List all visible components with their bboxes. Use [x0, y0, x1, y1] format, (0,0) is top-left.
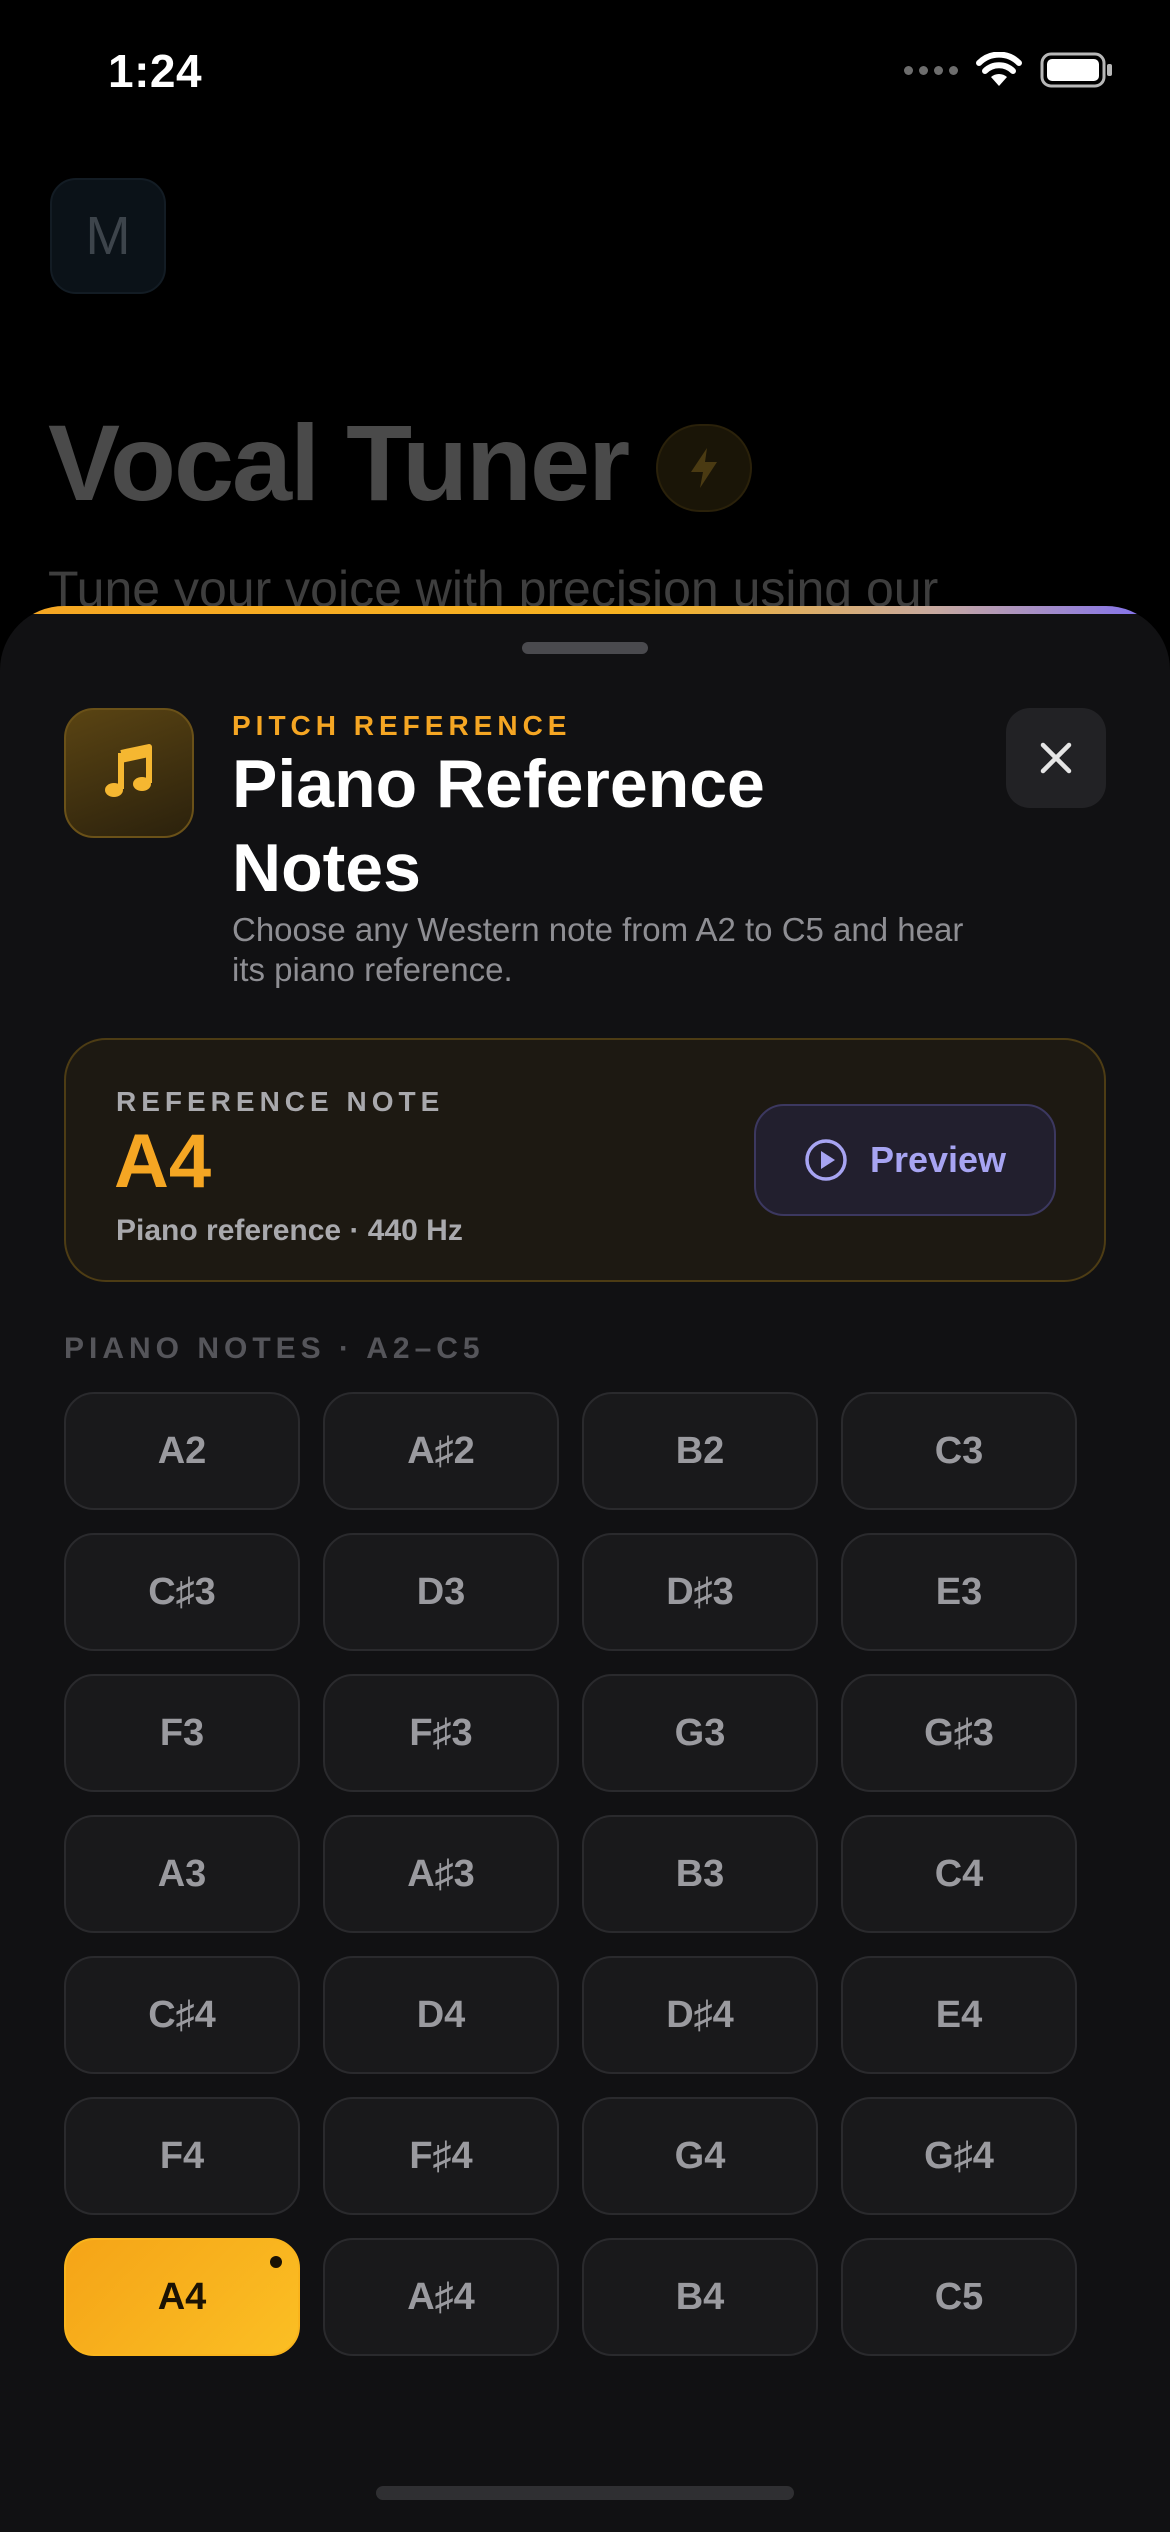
- note-label: B2: [675, 1429, 725, 1472]
- note-button[interactable]: G3: [582, 1674, 818, 1792]
- note-label: A♯2: [407, 1429, 475, 1472]
- note-label: C♯4: [148, 1993, 216, 2036]
- note-button[interactable]: A3: [64, 1815, 300, 1933]
- note-label: G3: [674, 1711, 726, 1754]
- note-label: C5: [934, 2275, 984, 2318]
- bolt-badge: [656, 424, 752, 512]
- note-button[interactable]: A♯2: [323, 1392, 559, 1510]
- battery-icon: [1040, 52, 1112, 88]
- note-button[interactable]: D♯4: [582, 1956, 818, 2074]
- note-label: C4: [934, 1852, 984, 1895]
- note-label: D♯4: [666, 1993, 734, 2036]
- bolt-icon: [691, 448, 717, 488]
- note-label: G4: [674, 2134, 726, 2177]
- note-button[interactable]: G♯3: [841, 1674, 1077, 1792]
- notes-section-label: PIANO NOTES · A2–C5: [64, 1332, 485, 1365]
- note-button[interactable]: E4: [841, 1956, 1077, 2074]
- notes-grid: A2 A♯2 B2 C3 C♯3 D3 D♯3 E3 F3 F♯3 G3 G♯3 A3 A♯3 B3 C4 C♯…: [64, 1392, 1077, 2356]
- note-button[interactable]: E3: [841, 1533, 1077, 1651]
- note-button[interactable]: C♯3: [64, 1533, 300, 1651]
- note-label: F3: [159, 1711, 205, 1754]
- note-button[interactable]: A♯4: [323, 2238, 559, 2356]
- screen: M Vocal Tuner Tune your voice with preci…: [0, 0, 1170, 2532]
- note-label: B3: [675, 1852, 725, 1895]
- selected-indicator-dot: [270, 2256, 282, 2268]
- note-label: G♯4: [924, 2134, 994, 2177]
- sheet-grabber[interactable]: [522, 642, 648, 654]
- note-button[interactable]: G4: [582, 2097, 818, 2215]
- music-note-icon: [105, 744, 152, 797]
- play-circle-icon: [805, 1139, 847, 1181]
- note-button[interactable]: B2: [582, 1392, 818, 1510]
- wifi-icon: [976, 52, 1022, 86]
- note-button[interactable]: C3: [841, 1392, 1077, 1510]
- note-label: C♯3: [148, 1570, 216, 1613]
- note-label: F♯3: [409, 1711, 473, 1754]
- home-indicator: [376, 2486, 794, 2500]
- note-label: A3: [157, 1852, 207, 1895]
- note-button[interactable]: D4: [323, 1956, 559, 2074]
- note-button[interactable]: D3: [323, 1533, 559, 1651]
- close-button[interactable]: [1006, 708, 1106, 808]
- note-button[interactable]: F3: [64, 1674, 300, 1792]
- reference-note-card: REFERENCE NOTE A4 Piano reference · 440 …: [64, 1038, 1106, 1282]
- note-button[interactable]: A4: [64, 2238, 300, 2356]
- preview-button[interactable]: Preview: [754, 1104, 1056, 1216]
- note-label: F♯4: [409, 2134, 473, 2177]
- piano-reference-sheet: PITCH REFERENCE Piano Reference Notes Ch…: [0, 606, 1170, 2532]
- note-label: D3: [416, 1570, 466, 1613]
- sheet-description: Choose any Western note from A2 to C5 an…: [232, 911, 964, 988]
- note-label: A2: [157, 1429, 207, 1472]
- note-label: G♯3: [924, 1711, 994, 1754]
- note-label: C3: [934, 1429, 984, 1472]
- note-button[interactable]: D♯3: [582, 1533, 818, 1651]
- note-label: B4: [675, 2275, 725, 2318]
- note-button[interactable]: F♯3: [323, 1674, 559, 1792]
- note-label: E3: [935, 1570, 983, 1613]
- page-title: Vocal Tuner: [48, 402, 630, 523]
- header-icon-tile: [64, 708, 194, 838]
- reference-subtitle: Piano reference · 440 Hz: [116, 1214, 463, 1247]
- avatar[interactable]: M: [50, 178, 166, 294]
- note-button[interactable]: F4: [64, 2097, 300, 2215]
- note-label: F4: [159, 2134, 205, 2177]
- close-icon: [1040, 742, 1072, 774]
- reference-note: A4: [114, 1119, 212, 1204]
- note-button[interactable]: B3: [582, 1815, 818, 1933]
- status-icons: [904, 52, 1114, 88]
- note-label: A♯4: [407, 2275, 475, 2318]
- note-label: D♯3: [666, 1570, 734, 1613]
- note-button[interactable]: A♯3: [323, 1815, 559, 1933]
- sheet-title: Piano Reference Notes: [232, 746, 765, 906]
- note-label: A♯3: [407, 1852, 475, 1895]
- status-time: 1:24: [108, 45, 203, 97]
- reference-label: REFERENCE NOTE: [116, 1086, 445, 1117]
- note-button[interactable]: C♯4: [64, 1956, 300, 2074]
- note-label: E4: [935, 1993, 983, 2036]
- note-button[interactable]: C5: [841, 2238, 1077, 2356]
- note-button[interactable]: B4: [582, 2238, 818, 2356]
- note-label: A4: [157, 2275, 207, 2318]
- preview-label: Preview: [869, 1139, 1007, 1180]
- note-button[interactable]: F♯4: [323, 2097, 559, 2215]
- cellular-signal-icon: [904, 65, 958, 75]
- note-button[interactable]: C4: [841, 1815, 1077, 1933]
- note-button[interactable]: G♯4: [841, 2097, 1077, 2215]
- sheet-eyebrow: PITCH REFERENCE: [232, 710, 572, 741]
- status-bar: 1:24: [0, 0, 1170, 150]
- note-label: D4: [416, 1993, 466, 2036]
- note-button[interactable]: A2: [64, 1392, 300, 1510]
- sheet-accent-bar: [0, 606, 1170, 614]
